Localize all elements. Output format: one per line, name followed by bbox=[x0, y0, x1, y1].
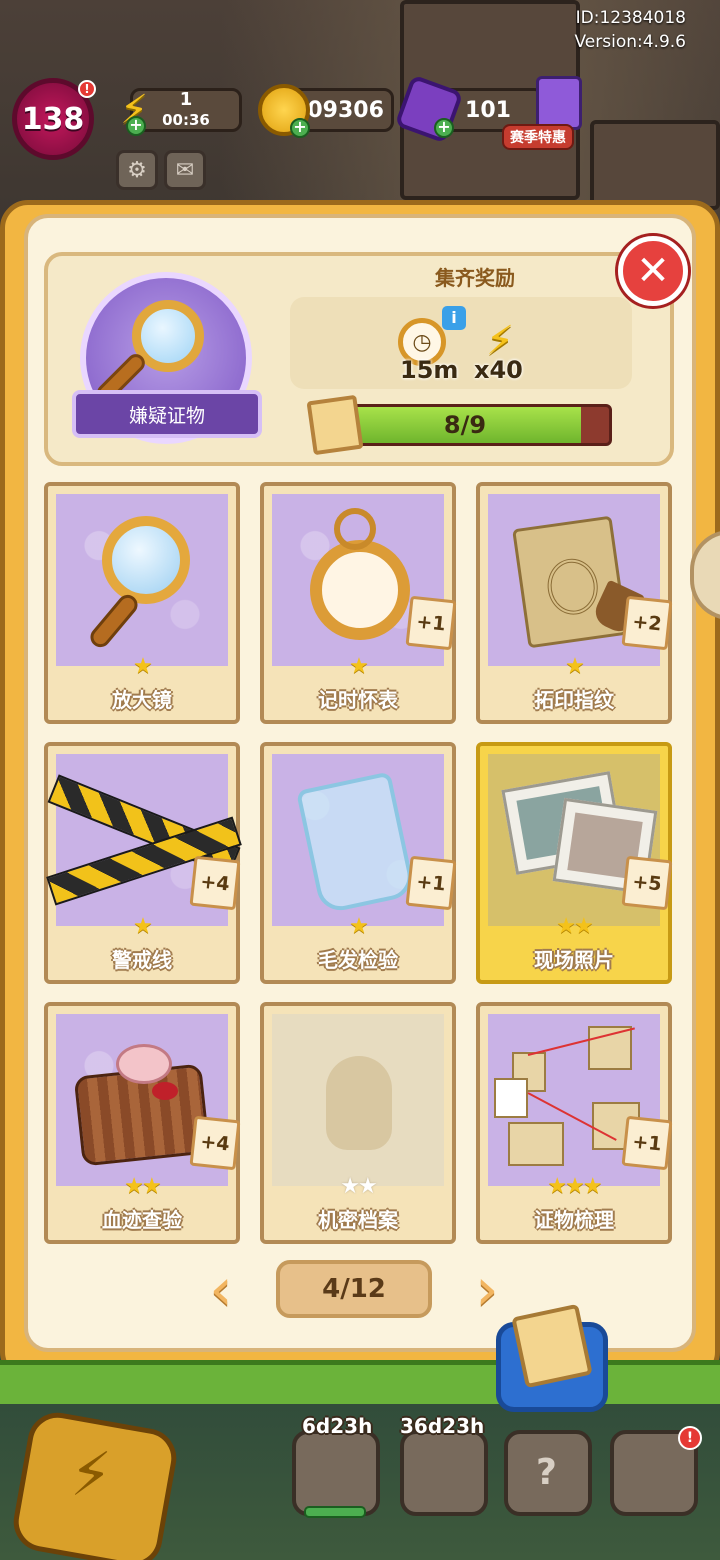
bolt-icon: ⚡ bbox=[70, 1440, 113, 1510]
card-item[interactable]: +1 ★★★ 证物梳理 bbox=[476, 1002, 673, 1244]
gem-value: 101 bbox=[465, 97, 511, 123]
evidence-photo bbox=[494, 1078, 528, 1118]
evidence-bag-icon bbox=[295, 771, 417, 915]
energy-plus-icon[interactable]: + bbox=[126, 116, 146, 136]
reward-time: 15m bbox=[400, 356, 459, 384]
next-page-button[interactable]: › bbox=[462, 1258, 512, 1322]
card-pack-icon bbox=[511, 1303, 593, 1389]
duplicate-count: +4 bbox=[189, 1115, 241, 1171]
user-id: ID:12384018 bbox=[575, 8, 686, 28]
reward-energy: x40 bbox=[474, 356, 523, 384]
reward-title: 集齐奖励 bbox=[435, 266, 515, 290]
scarf-icon bbox=[116, 1044, 172, 1084]
card-label: 毛发检验 bbox=[318, 948, 398, 972]
card-label: 现场照片 bbox=[534, 948, 614, 972]
chevron-right-icon: › bbox=[475, 1255, 499, 1323]
star-rating: ★ bbox=[349, 654, 369, 679]
page-number: 4/12 bbox=[322, 1274, 386, 1304]
duplicate-count: +4 bbox=[189, 855, 241, 911]
card-item[interactable]: +4 ★ 警戒线 bbox=[44, 742, 242, 984]
card-item-locked[interactable]: ★★ 机密档案 bbox=[260, 1002, 456, 1244]
season-gift-icon[interactable] bbox=[536, 76, 582, 130]
collection-name: 嫌疑证物 bbox=[72, 390, 262, 438]
card-item[interactable]: +1 ★ 毛发检验 bbox=[260, 742, 457, 984]
duplicate-count: +1 bbox=[405, 595, 457, 651]
coin-plus-icon[interactable]: + bbox=[290, 118, 310, 138]
star-rating: ★★★ bbox=[547, 1174, 602, 1199]
star-rating: ★ bbox=[349, 914, 369, 939]
card-item[interactable]: +5 ★★ 现场照片 bbox=[476, 742, 673, 984]
card-item[interactable]: ★ 放大镜 bbox=[44, 482, 240, 724]
card-label: 记时怀表 bbox=[318, 688, 398, 712]
mail-button[interactable]: ✉ bbox=[164, 150, 206, 190]
card-label: 机密档案 bbox=[318, 1208, 398, 1232]
card-item[interactable]: +1 ★ 记时怀表 bbox=[260, 482, 457, 724]
card-item[interactable]: +2 ★ 拓印指纹 bbox=[476, 482, 673, 724]
build-info: ID:12384018 Version:4.9.6 bbox=[575, 6, 687, 54]
card-label: 放大镜 bbox=[112, 688, 172, 712]
star-rating: ★★ bbox=[556, 914, 593, 939]
star-rating: ★ bbox=[133, 654, 153, 679]
season-special-label: 赛季特惠 bbox=[502, 124, 574, 150]
chevron-left-icon: ‹ bbox=[209, 1255, 233, 1323]
question-icon: ? bbox=[536, 1452, 557, 1493]
friends-alert-icon: ! bbox=[678, 1426, 702, 1450]
prev-page-button[interactable]: ‹ bbox=[196, 1258, 246, 1322]
level-value: 138 bbox=[21, 101, 85, 137]
event-progress-bar bbox=[304, 1506, 366, 1518]
progress-text: 8/9 bbox=[443, 411, 487, 439]
duplicate-count: +1 bbox=[621, 1115, 673, 1171]
close-button[interactable]: ✕ bbox=[618, 236, 688, 306]
card-label: 证物梳理 bbox=[534, 1208, 614, 1232]
card-label: 警戒线 bbox=[112, 948, 172, 972]
mail-icon: ✉ bbox=[175, 157, 195, 183]
level-alert-icon: ! bbox=[78, 80, 96, 98]
energy-timer: 00:36 bbox=[162, 111, 210, 129]
magnifier-handle bbox=[86, 590, 142, 652]
star-rating: ★★ bbox=[340, 1174, 377, 1199]
page-indicator: 4/12 bbox=[276, 1260, 432, 1318]
card-label: 拓印指纹 bbox=[534, 688, 614, 712]
card-art bbox=[56, 494, 228, 666]
event-timer-1: 6d23h bbox=[302, 1414, 373, 1438]
album-base bbox=[0, 1360, 720, 1404]
fingerprint-icon bbox=[544, 555, 602, 618]
info-icon[interactable]: i bbox=[442, 306, 466, 330]
event-button-1[interactable] bbox=[292, 1430, 380, 1516]
duplicate-count: +5 bbox=[621, 855, 673, 911]
star-rating: ★ bbox=[565, 654, 585, 679]
card-item[interactable]: +4 ★★ 血迹查验 bbox=[44, 1002, 241, 1244]
event-timer-2: 36d23h bbox=[400, 1414, 485, 1438]
card-label: 血迹查验 bbox=[102, 1208, 182, 1232]
version-label: Version:4.9.6 bbox=[574, 32, 687, 52]
collection-name-label: 嫌疑证物 bbox=[128, 404, 205, 427]
watch-ring bbox=[334, 508, 376, 550]
blood-stain-icon bbox=[152, 1082, 178, 1100]
locked-silhouette-icon bbox=[326, 1056, 392, 1150]
help-button[interactable]: ? bbox=[504, 1430, 592, 1516]
gem-plus-icon[interactable]: + bbox=[434, 118, 454, 138]
card-art bbox=[272, 1014, 444, 1186]
pocket-watch-icon bbox=[310, 540, 410, 640]
close-icon: ✕ bbox=[636, 248, 670, 294]
star-rating: ★ bbox=[133, 914, 153, 939]
duplicate-count: +1 bbox=[405, 855, 457, 911]
magnifier-icon bbox=[102, 516, 190, 604]
event-button-2[interactable] bbox=[400, 1430, 488, 1516]
star-rating: ★★ bbox=[124, 1174, 161, 1199]
duplicate-count: +2 bbox=[621, 595, 673, 651]
background-building bbox=[590, 120, 720, 210]
evidence-note bbox=[508, 1122, 564, 1166]
energy-value: 1 bbox=[179, 89, 193, 110]
gear-icon: ⚙ bbox=[127, 157, 147, 183]
settings-button[interactable]: ⚙ bbox=[116, 150, 158, 190]
